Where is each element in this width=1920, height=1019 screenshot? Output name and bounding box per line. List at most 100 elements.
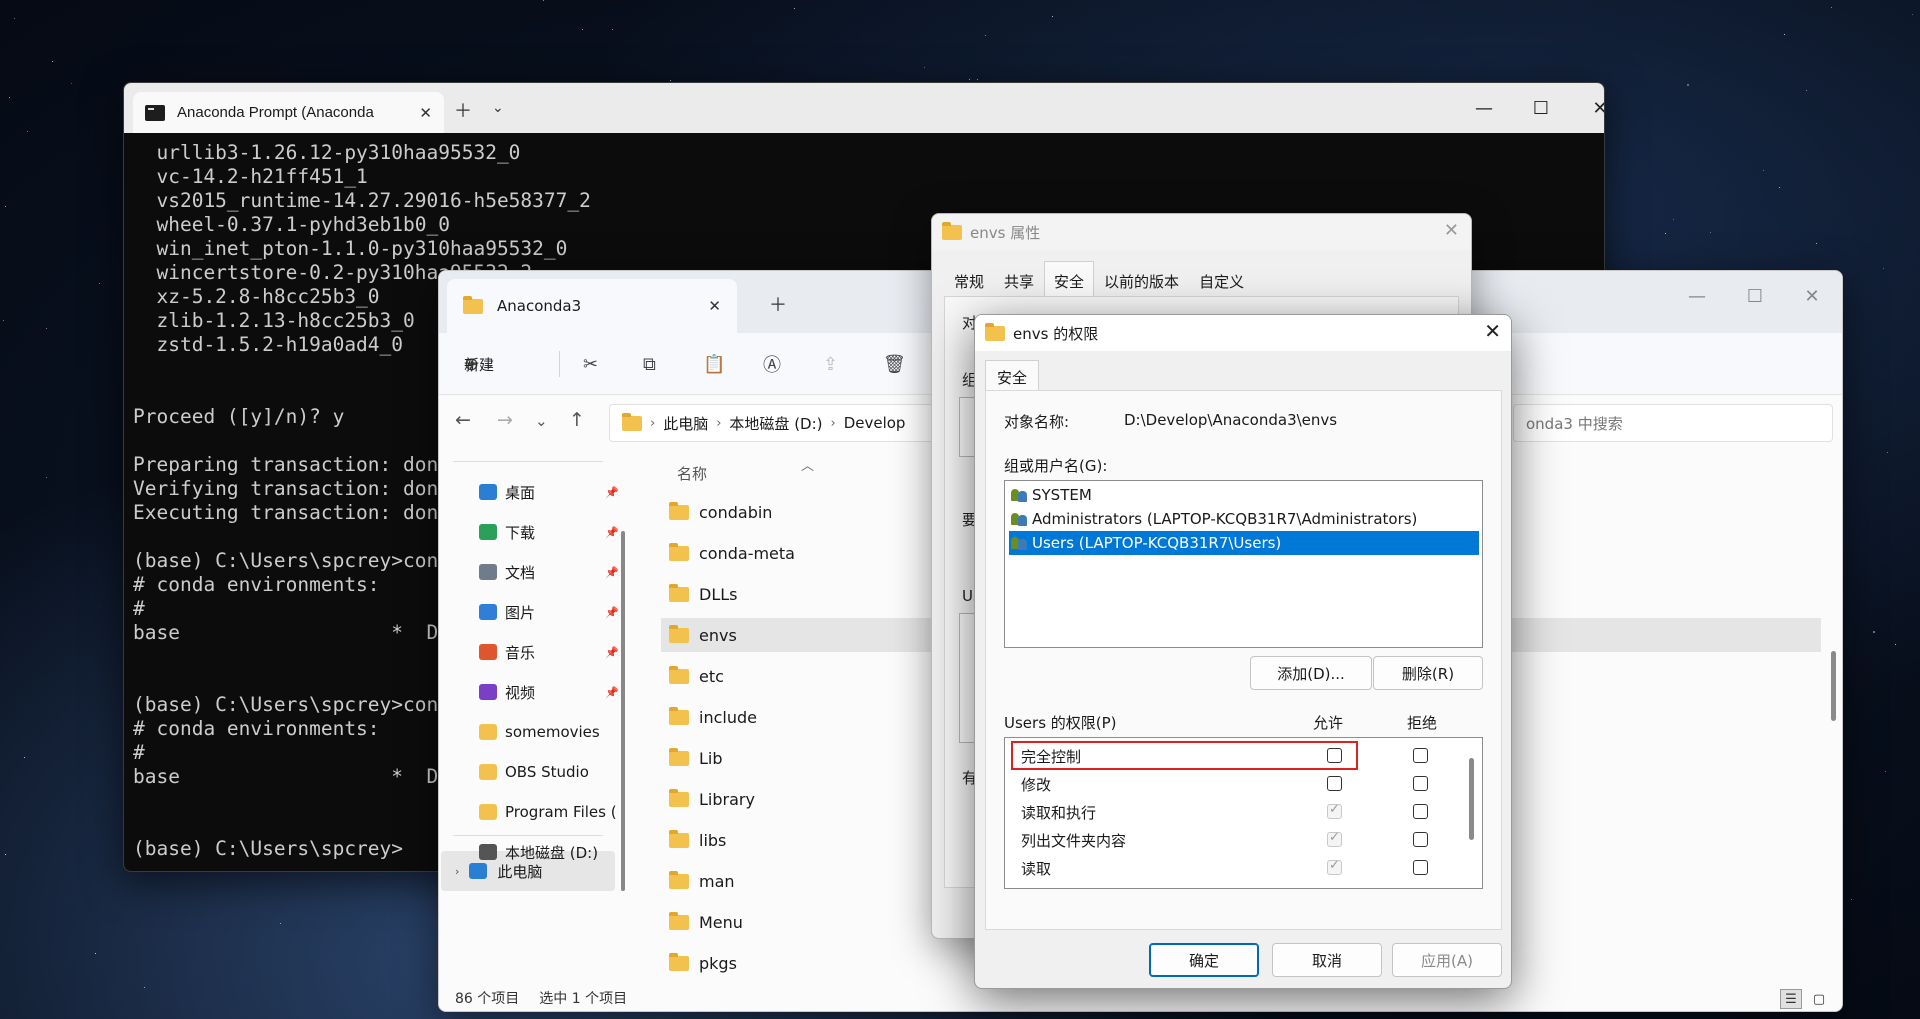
permissions-table[interactable]: 完全控制修改读取和执行列出文件夹内容读取 bbox=[1004, 737, 1483, 889]
star-dot bbox=[977, 79, 978, 80]
deny-checkbox[interactable] bbox=[1413, 860, 1428, 875]
tab-dropdown-chevron-icon[interactable]: ⌄ bbox=[492, 100, 504, 116]
file-name: pkgs bbox=[699, 953, 737, 973]
sidebar-item[interactable]: 下载 📌 bbox=[479, 515, 619, 549]
breadcrumb-item[interactable]: 此电脑 bbox=[663, 413, 708, 434]
delete-icon[interactable]: 🗑 bbox=[883, 349, 906, 379]
rename-icon[interactable]: Ⓐ bbox=[763, 349, 781, 379]
sidebar-icon bbox=[479, 764, 497, 780]
star-dot bbox=[1763, 170, 1764, 171]
folder-icon bbox=[669, 583, 689, 602]
sidebar-item[interactable]: 文档 📌 bbox=[479, 555, 619, 589]
cancel-button[interactable]: 取消 bbox=[1272, 943, 1382, 977]
close-icon[interactable]: ✕ bbox=[1484, 319, 1501, 343]
sidebar-item[interactable]: 本地磁盘 (D:) bbox=[479, 835, 619, 869]
sidebar-item[interactable]: somemovies bbox=[479, 715, 619, 749]
sidebar-item[interactable]: 音乐 📌 bbox=[479, 635, 619, 669]
deny-checkbox[interactable] bbox=[1413, 832, 1428, 847]
new-tab-button[interactable]: ＋ bbox=[769, 291, 787, 317]
star-dot bbox=[9, 97, 10, 98]
properties-tab[interactable]: 安全 bbox=[1044, 261, 1095, 299]
sidebar-item-label: 下载 bbox=[505, 523, 536, 542]
star-dot bbox=[95, 953, 96, 954]
up-arrow-icon[interactable]: ↑ bbox=[569, 409, 585, 431]
user-list-item[interactable]: Administrators (LAPTOP-KCQB31R7\Administ… bbox=[1009, 507, 1479, 531]
navigation-pane: › 此电脑 桌面 📌 下载 📌 文档 📌 图片 📌 音乐 📌 视频 📌 somemovies OBS St… bbox=[439, 451, 629, 985]
sidebar-icon bbox=[479, 804, 497, 820]
minimize-button[interactable]: — bbox=[1674, 281, 1720, 311]
folder-icon bbox=[669, 829, 689, 848]
address-bar[interactable]: › 此电脑 › 本地磁盘 (D:) › Develop bbox=[609, 404, 949, 442]
remove-button[interactable]: 删除(R) bbox=[1373, 656, 1483, 690]
user-list[interactable]: SYSTEM Administrators (LAPTOP-KCQB31R7\Ad… bbox=[1004, 480, 1483, 648]
ok-button[interactable]: 确定 bbox=[1149, 943, 1259, 977]
back-arrow-icon[interactable]: ← bbox=[455, 409, 471, 431]
permissions-dialog[interactable]: envs 的权限 ✕ 安全 对象名称: D:\Develop\Anaconda3… bbox=[974, 314, 1512, 989]
maximize-button[interactable]: ☐ bbox=[1518, 93, 1564, 123]
file-name: Menu bbox=[699, 912, 743, 932]
column-header-name[interactable]: 名称 bbox=[677, 463, 707, 484]
properties-tab[interactable]: 自定义 bbox=[1189, 264, 1254, 299]
allow-checkbox[interactable] bbox=[1327, 748, 1342, 763]
allow-checkbox[interactable] bbox=[1327, 802, 1342, 819]
paste-icon[interactable]: 📋 bbox=[703, 349, 725, 379]
breadcrumb-separator: › bbox=[650, 415, 656, 431]
sidebar-icon bbox=[479, 844, 497, 860]
forward-arrow-icon[interactable]: → bbox=[497, 409, 513, 431]
user-list-item[interactable]: SYSTEM bbox=[1009, 483, 1479, 507]
recent-chevron-icon[interactable]: ⌄ bbox=[535, 412, 548, 430]
file-list-scrollbar[interactable] bbox=[1831, 651, 1836, 721]
terminal-tab[interactable]: Anaconda Prompt (Anaconda ✕ bbox=[133, 92, 444, 133]
properties-tab[interactable]: 以前的版本 bbox=[1094, 264, 1189, 299]
properties-tab[interactable]: 常规 bbox=[944, 264, 994, 299]
permissions-scrollbar[interactable] bbox=[1469, 758, 1474, 840]
close-button[interactable]: ✕ bbox=[1789, 281, 1835, 311]
allow-checkbox[interactable] bbox=[1327, 858, 1342, 875]
new-tab-button[interactable]: ＋ bbox=[454, 97, 472, 123]
close-icon[interactable]: ✕ bbox=[1444, 220, 1459, 241]
allow-checkbox[interactable] bbox=[1327, 776, 1342, 791]
search-input[interactable]: onda3 中搜索 bbox=[1513, 404, 1833, 442]
object-name-label: 对象名称: bbox=[1004, 413, 1070, 431]
star-dot bbox=[969, 79, 970, 80]
new-button[interactable]: ⊕ 新建 ⌄ bbox=[464, 349, 494, 379]
sidebar-item[interactable]: OBS Studio bbox=[479, 755, 619, 789]
deny-checkbox[interactable] bbox=[1413, 776, 1428, 791]
properties-tab[interactable]: 共享 bbox=[994, 264, 1044, 299]
tab-security[interactable]: 安全 bbox=[985, 360, 1040, 394]
folder-icon bbox=[669, 542, 689, 561]
add-button[interactable]: 添加(D)... bbox=[1250, 656, 1372, 690]
sidebar-icon bbox=[479, 604, 497, 620]
apply-button[interactable]: 应用(A) bbox=[1392, 943, 1502, 977]
folder-icon bbox=[669, 501, 689, 520]
user-list-item[interactable]: Users (LAPTOP-KCQB31R7\Users) bbox=[1009, 531, 1479, 555]
deny-header: 拒绝 bbox=[1407, 714, 1438, 732]
sidebar-item[interactable]: 桌面 📌 bbox=[479, 475, 619, 509]
close-button[interactable]: ✕ bbox=[1577, 93, 1604, 123]
deny-checkbox[interactable] bbox=[1413, 748, 1428, 763]
minimize-button[interactable]: — bbox=[1461, 93, 1507, 123]
folder-icon bbox=[669, 665, 689, 684]
maximize-button[interactable]: ☐ bbox=[1732, 281, 1778, 311]
sidebar-scrollbar[interactable] bbox=[621, 531, 625, 891]
close-tab-icon[interactable]: ✕ bbox=[419, 104, 432, 122]
breadcrumb-item[interactable]: 本地磁盘 (D:) bbox=[729, 413, 822, 434]
star-dot bbox=[1052, 16, 1053, 17]
cut-icon[interactable]: ✂ bbox=[583, 349, 598, 379]
sidebar-item[interactable]: Program Files ( bbox=[479, 795, 619, 829]
sidebar-item[interactable]: 视频 📌 bbox=[479, 675, 619, 709]
explorer-tab[interactable]: Anaconda3 ✕ bbox=[447, 279, 737, 333]
breadcrumb-separator: › bbox=[716, 415, 722, 431]
copy-icon[interactable]: ⧉ bbox=[643, 349, 656, 379]
allow-checkbox[interactable] bbox=[1327, 830, 1342, 847]
deny-checkbox[interactable] bbox=[1413, 804, 1428, 819]
details-view-icon[interactable]: ☰ bbox=[1780, 989, 1802, 1009]
sidebar-item-label: 桌面 bbox=[505, 483, 536, 502]
file-name: condabin bbox=[699, 502, 773, 522]
tiles-view-icon[interactable]: ▢ bbox=[1808, 989, 1830, 1009]
breadcrumb-item[interactable]: Develop bbox=[844, 414, 906, 432]
share-icon[interactable]: ⇪ bbox=[823, 349, 838, 379]
folder-icon bbox=[669, 911, 689, 930]
close-tab-icon[interactable]: ✕ bbox=[708, 297, 721, 315]
sidebar-item[interactable]: 图片 📌 bbox=[479, 595, 619, 629]
